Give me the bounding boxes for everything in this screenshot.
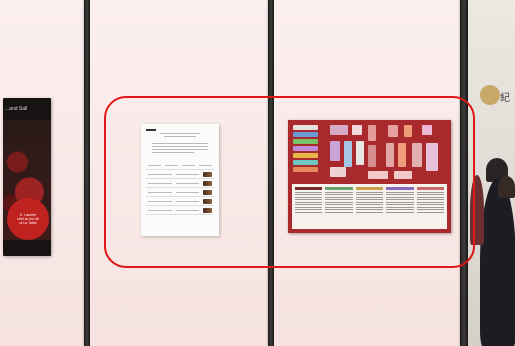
list-column: [295, 187, 323, 226]
person: [498, 176, 515, 198]
booth-sign-emblem: [480, 85, 500, 105]
sheet-body-line: [152, 152, 194, 153]
left-poster: ...and Sall K. Laurent chef au bol de ut…: [3, 98, 51, 256]
sheet-table-row: [146, 188, 214, 197]
sheet-body-line: [152, 146, 208, 147]
list-column: [325, 187, 353, 226]
list-column: [355, 187, 384, 226]
sheet-table-row: [146, 179, 214, 188]
sheet-title-line: [160, 133, 200, 134]
sheet-logo: [146, 129, 156, 131]
sheet-body-line: [152, 149, 208, 150]
sheet-table-row: [146, 161, 214, 170]
sheet-table-row: [146, 170, 214, 179]
sheet-table-row: [146, 206, 214, 215]
poster-red-circle: K. Laurent chef au bol de ut La Table: [7, 198, 49, 240]
map-legend: [293, 125, 318, 180]
info-sheet: [141, 124, 219, 236]
exhibition-wall-scene: ...and Sall K. Laurent chef au bol de ut…: [0, 0, 515, 346]
sheet-title-line: [164, 136, 196, 137]
person: [470, 175, 484, 245]
poster-circle-line: ut La Table: [19, 221, 37, 225]
floor-map-board: [288, 120, 451, 233]
poster-tag-text: ...and Sall: [5, 106, 28, 112]
map-exhibitor-list: [292, 184, 447, 229]
right-booth-area: 紀: [468, 0, 515, 346]
sheet-table: [146, 161, 214, 215]
list-column: [386, 187, 414, 226]
person: [480, 178, 515, 346]
sheet-body-line: [152, 143, 208, 144]
wall-pole: [460, 0, 468, 346]
map-floor-plan: [328, 123, 443, 183]
sheet-table-row: [146, 197, 214, 206]
list-column: [416, 187, 445, 226]
booth-sign-text: 紀: [500, 93, 510, 104]
